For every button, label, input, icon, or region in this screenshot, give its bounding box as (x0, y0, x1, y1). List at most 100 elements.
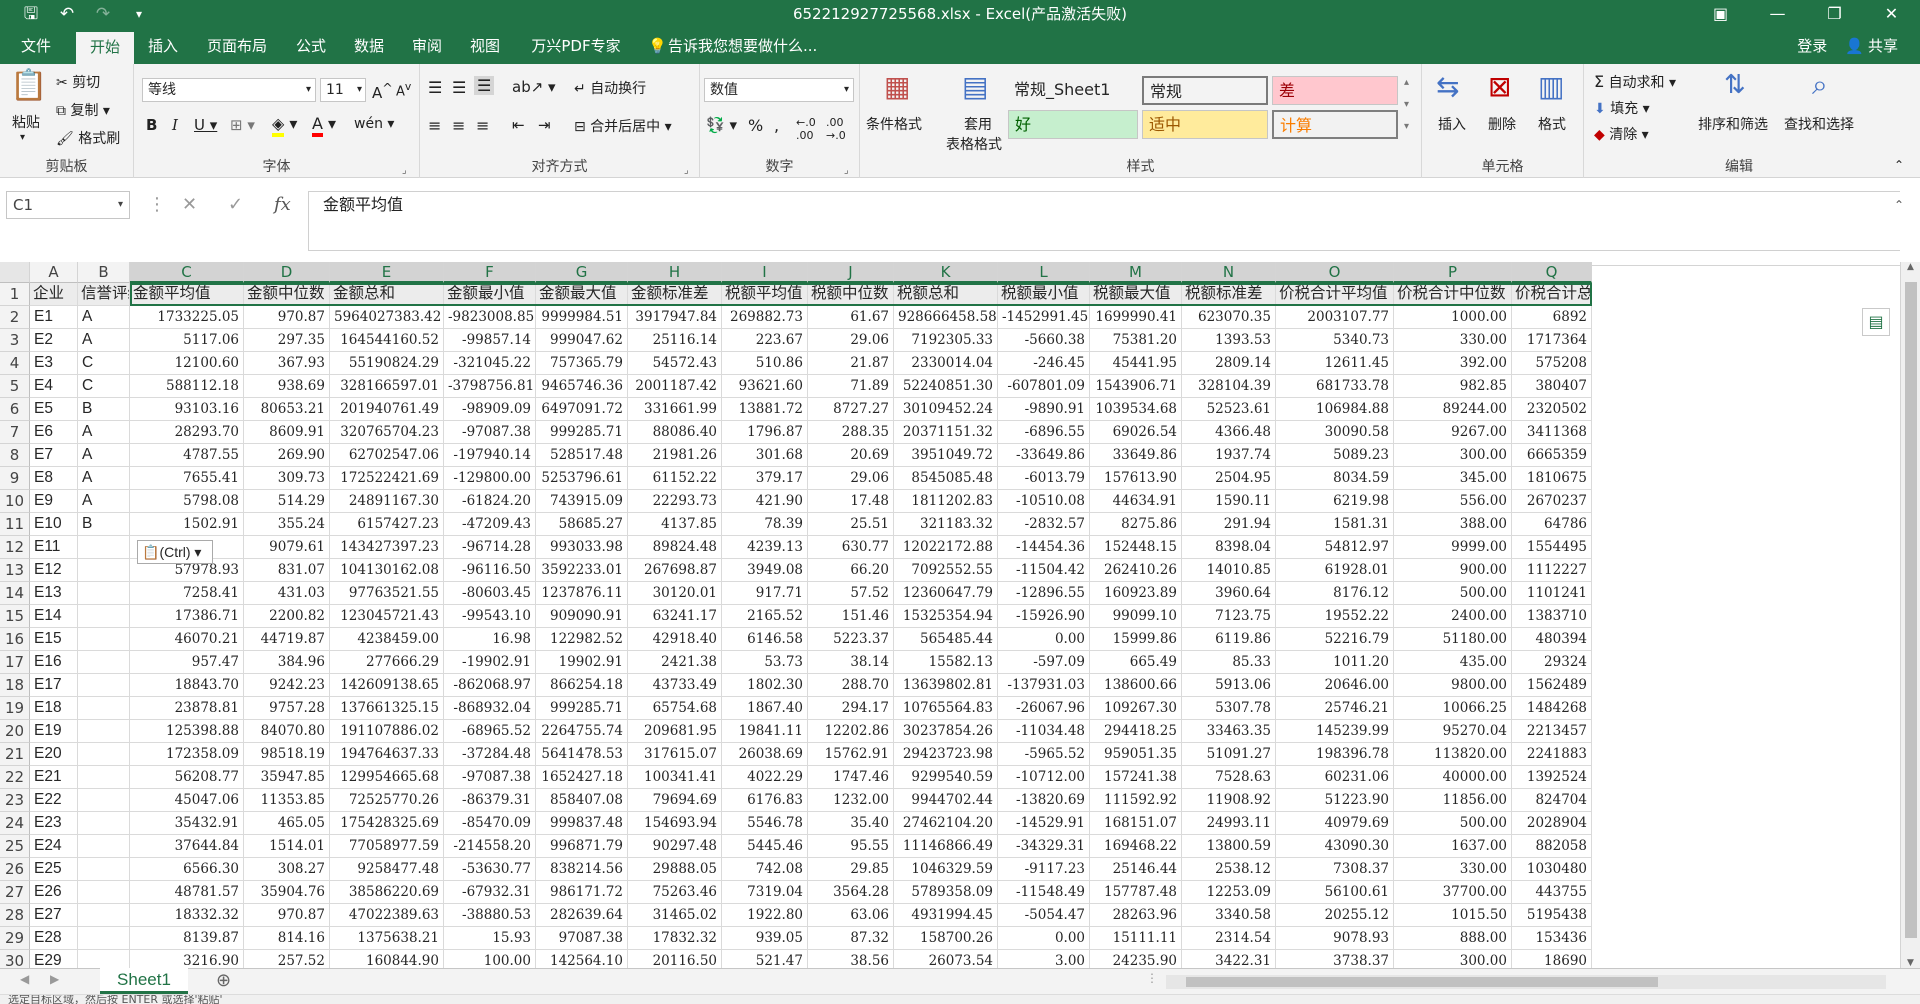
table-cell[interactable]: 168151.07 (1090, 812, 1182, 835)
table-cell[interactable]: 999047.62 (536, 329, 628, 352)
format-cells-button[interactable]: 格式 (1538, 114, 1566, 134)
select-all-corner[interactable] (0, 262, 30, 283)
table-cell[interactable]: -98909.09 (444, 398, 536, 421)
table-cell[interactable]: B (78, 398, 130, 421)
table-cell[interactable]: 1484268 (1512, 697, 1592, 720)
table-cell[interactable]: 42918.40 (628, 628, 722, 651)
table-cell[interactable]: 29423723.98 (894, 743, 998, 766)
header-cell[interactable]: 信誉评级 (78, 283, 130, 306)
table-cell[interactable]: E7 (30, 444, 78, 467)
table-cell[interactable]: 1030480 (1512, 858, 1592, 881)
table-cell[interactable]: 277666.29 (330, 651, 444, 674)
table-cell[interactable]: 61.67 (808, 306, 894, 329)
table-cell[interactable]: 23878.81 (130, 697, 244, 720)
table-cell[interactable]: 53.73 (722, 651, 808, 674)
table-cell[interactable]: 145239.99 (1276, 720, 1394, 743)
sheet-tab-sheet1[interactable]: Sheet1 (100, 968, 188, 994)
table-cell[interactable]: 297.35 (244, 329, 330, 352)
table-cell[interactable]: 29.06 (808, 467, 894, 490)
table-cell[interactable]: 1237876.11 (536, 582, 628, 605)
font-color-icon[interactable]: A ▾ (312, 114, 336, 137)
table-cell[interactable]: 30237854.26 (894, 720, 998, 743)
table-cell[interactable]: 528517.48 (536, 444, 628, 467)
table-cell[interactable]: 20371151.32 (894, 421, 998, 444)
table-cell[interactable]: 78.39 (722, 513, 808, 536)
table-cell[interactable]: -86379.31 (444, 789, 536, 812)
table-cell[interactable]: 431.03 (244, 582, 330, 605)
row-header[interactable]: 16 (0, 628, 30, 651)
align-bottom-icon[interactable]: ☰ (474, 76, 495, 95)
table-cell[interactable]: 29888.05 (628, 858, 722, 881)
table-cell[interactable]: 1717364 (1512, 329, 1592, 352)
table-cell[interactable]: 4366.48 (1182, 421, 1276, 444)
table-cell[interactable]: 26073.54 (894, 950, 998, 968)
table-cell[interactable]: 330.00 (1394, 858, 1512, 881)
table-cell[interactable]: 44719.87 (244, 628, 330, 651)
table-cell[interactable]: 5340.73 (1276, 329, 1394, 352)
table-cell[interactable]: 12100.60 (130, 352, 244, 375)
table-cell[interactable]: 380407 (1512, 375, 1592, 398)
column-header-k[interactable]: K (894, 262, 998, 283)
header-cell[interactable]: 金额标准差 (628, 283, 722, 306)
table-cell[interactable]: 198396.78 (1276, 743, 1394, 766)
table-cell[interactable]: -6896.55 (998, 421, 1090, 444)
header-cell[interactable]: 价税合计中位数 (1394, 283, 1512, 306)
table-cell[interactable]: 15111.11 (1090, 927, 1182, 950)
table-cell[interactable]: 3411368 (1512, 421, 1592, 444)
table-cell[interactable]: 9465746.36 (536, 375, 628, 398)
table-cell[interactable]: 100.00 (444, 950, 536, 968)
table-cell[interactable]: 6119.86 (1182, 628, 1276, 651)
table-cell[interactable]: E24 (30, 835, 78, 858)
table-cell[interactable]: 10765564.83 (894, 697, 998, 720)
table-cell[interactable]: 9258477.48 (330, 858, 444, 881)
accounting-icon[interactable]: 💱 ▾ (706, 116, 737, 134)
table-cell[interactable]: 2165.52 (722, 605, 808, 628)
cut-button[interactable]: ✂ 剪切 (56, 72, 100, 92)
table-cell[interactable]: 3592233.01 (536, 559, 628, 582)
grow-font-icon[interactable]: A^ (372, 80, 393, 102)
italic-icon[interactable]: I (172, 116, 178, 134)
table-cell[interactable]: 757365.79 (536, 352, 628, 375)
table-cell[interactable]: -96116.50 (444, 559, 536, 582)
table-cell[interactable]: 742.08 (722, 858, 808, 881)
table-cell[interactable]: E20 (30, 743, 78, 766)
table-cell[interactable] (78, 766, 130, 789)
row-header[interactable]: 15 (0, 605, 30, 628)
table-cell[interactable]: 98518.19 (244, 743, 330, 766)
table-cell[interactable]: 24891167.30 (330, 490, 444, 513)
table-cell[interactable]: -26067.96 (998, 697, 1090, 720)
table-cell[interactable]: 125398.88 (130, 720, 244, 743)
table-cell[interactable]: 79694.69 (628, 789, 722, 812)
table-cell[interactable]: 345.00 (1394, 467, 1512, 490)
table-cell[interactable]: 388.00 (1394, 513, 1512, 536)
table-cell[interactable]: 8545085.48 (894, 467, 998, 490)
column-header-q[interactable]: Q (1512, 262, 1592, 283)
table-cell[interactable]: 291.94 (1182, 513, 1276, 536)
table-cell[interactable]: 7092552.55 (894, 559, 998, 582)
table-cell[interactable]: -2832.57 (998, 513, 1090, 536)
table-cell[interactable]: -9117.23 (998, 858, 1090, 881)
comma-icon[interactable]: , (774, 116, 779, 135)
table-cell[interactable]: 6497091.72 (536, 398, 628, 421)
row-header[interactable]: 8 (0, 444, 30, 467)
table-cell[interactable]: 38586220.69 (330, 881, 444, 904)
table-cell[interactable]: 18690 (1512, 950, 1592, 968)
table-cell[interactable]: 1101241 (1512, 582, 1592, 605)
paste-options-button[interactable]: 📋(Ctrl) ▾ (137, 540, 213, 564)
fill-color-icon[interactable]: ◈ ▾ (272, 114, 297, 137)
table-cell[interactable]: 7528.63 (1182, 766, 1276, 789)
table-cell[interactable]: 999285.71 (536, 697, 628, 720)
table-cell[interactable]: 10066.25 (1394, 697, 1512, 720)
header-cell[interactable]: 税额标准差 (1182, 283, 1276, 306)
table-cell[interactable]: E15 (30, 628, 78, 651)
table-cell[interactable]: -15926.90 (998, 605, 1090, 628)
table-cell[interactable] (78, 651, 130, 674)
table-cell[interactable]: 6219.98 (1276, 490, 1394, 513)
table-cell[interactable]: 35904.76 (244, 881, 330, 904)
increase-decimal-icon[interactable]: ←.0.00 (796, 116, 816, 142)
table-cell[interactable]: 831.07 (244, 559, 330, 582)
table-cell[interactable]: 435.00 (1394, 651, 1512, 674)
table-cell[interactable]: 267698.87 (628, 559, 722, 582)
quick-analysis-icon[interactable]: ▤ (1862, 308, 1890, 336)
table-cell[interactable]: 4022.29 (722, 766, 808, 789)
